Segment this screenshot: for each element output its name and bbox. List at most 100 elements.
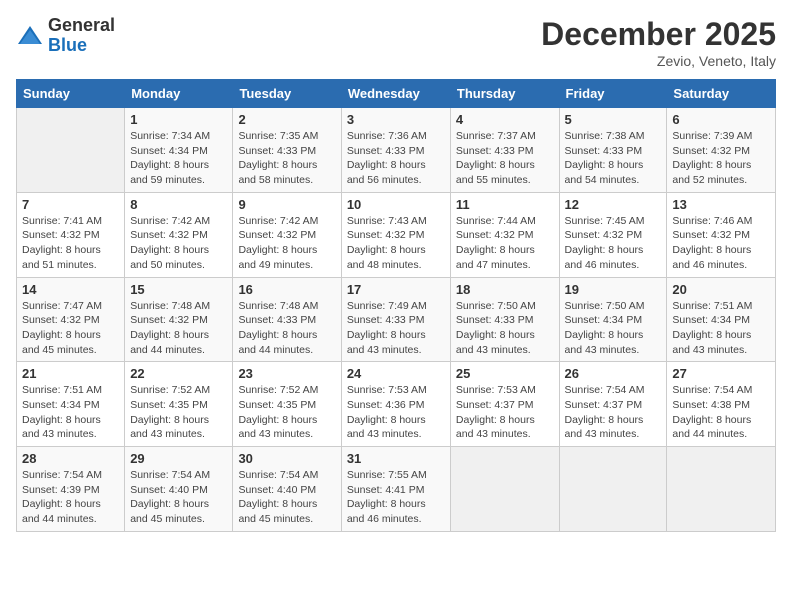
calendar-cell: 19 Sunrise: 7:50 AM Sunset: 4:34 PM Dayli… bbox=[559, 277, 667, 362]
location: Zevio, Veneto, Italy bbox=[541, 53, 776, 69]
calendar-cell bbox=[450, 447, 559, 532]
calendar-header-row: SundayMondayTuesdayWednesdayThursdayFrid… bbox=[17, 80, 776, 108]
day-info: Sunrise: 7:46 AM Sunset: 4:32 PM Dayligh… bbox=[672, 214, 770, 273]
calendar-cell: 31 Sunrise: 7:55 AM Sunset: 4:41 PM Dayli… bbox=[341, 447, 450, 532]
day-number: 8 bbox=[130, 197, 227, 212]
day-number: 1 bbox=[130, 112, 227, 127]
calendar-cell: 6 Sunrise: 7:39 AM Sunset: 4:32 PM Daylig… bbox=[667, 108, 776, 193]
calendar-cell: 17 Sunrise: 7:49 AM Sunset: 4:33 PM Dayli… bbox=[341, 277, 450, 362]
day-number: 22 bbox=[130, 366, 227, 381]
day-info: Sunrise: 7:54 AM Sunset: 4:37 PM Dayligh… bbox=[565, 383, 662, 442]
day-number: 31 bbox=[347, 451, 445, 466]
day-number: 17 bbox=[347, 282, 445, 297]
day-number: 14 bbox=[22, 282, 119, 297]
day-header-sunday: Sunday bbox=[17, 80, 125, 108]
day-number: 27 bbox=[672, 366, 770, 381]
day-number: 4 bbox=[456, 112, 554, 127]
calendar-cell: 1 Sunrise: 7:34 AM Sunset: 4:34 PM Daylig… bbox=[125, 108, 233, 193]
week-row-2: 7 Sunrise: 7:41 AM Sunset: 4:32 PM Daylig… bbox=[17, 192, 776, 277]
day-info: Sunrise: 7:51 AM Sunset: 4:34 PM Dayligh… bbox=[672, 299, 770, 358]
day-info: Sunrise: 7:43 AM Sunset: 4:32 PM Dayligh… bbox=[347, 214, 445, 273]
day-number: 9 bbox=[238, 197, 335, 212]
day-info: Sunrise: 7:54 AM Sunset: 4:39 PM Dayligh… bbox=[22, 468, 119, 527]
calendar-cell: 2 Sunrise: 7:35 AM Sunset: 4:33 PM Daylig… bbox=[233, 108, 341, 193]
logo-icon bbox=[16, 22, 44, 50]
day-info: Sunrise: 7:42 AM Sunset: 4:32 PM Dayligh… bbox=[130, 214, 227, 273]
day-info: Sunrise: 7:38 AM Sunset: 4:33 PM Dayligh… bbox=[565, 129, 662, 188]
day-info: Sunrise: 7:54 AM Sunset: 4:38 PM Dayligh… bbox=[672, 383, 770, 442]
day-number: 30 bbox=[238, 451, 335, 466]
day-info: Sunrise: 7:55 AM Sunset: 4:41 PM Dayligh… bbox=[347, 468, 445, 527]
day-info: Sunrise: 7:52 AM Sunset: 4:35 PM Dayligh… bbox=[130, 383, 227, 442]
day-number: 11 bbox=[456, 197, 554, 212]
calendar-cell: 12 Sunrise: 7:45 AM Sunset: 4:32 PM Dayli… bbox=[559, 192, 667, 277]
day-info: Sunrise: 7:48 AM Sunset: 4:32 PM Dayligh… bbox=[130, 299, 227, 358]
day-header-monday: Monday bbox=[125, 80, 233, 108]
day-number: 26 bbox=[565, 366, 662, 381]
day-info: Sunrise: 7:49 AM Sunset: 4:33 PM Dayligh… bbox=[347, 299, 445, 358]
day-header-thursday: Thursday bbox=[450, 80, 559, 108]
week-row-1: 1 Sunrise: 7:34 AM Sunset: 4:34 PM Daylig… bbox=[17, 108, 776, 193]
day-number: 28 bbox=[22, 451, 119, 466]
day-info: Sunrise: 7:47 AM Sunset: 4:32 PM Dayligh… bbox=[22, 299, 119, 358]
day-number: 15 bbox=[130, 282, 227, 297]
day-number: 20 bbox=[672, 282, 770, 297]
calendar-cell: 7 Sunrise: 7:41 AM Sunset: 4:32 PM Daylig… bbox=[17, 192, 125, 277]
day-number: 10 bbox=[347, 197, 445, 212]
day-number: 19 bbox=[565, 282, 662, 297]
calendar-cell: 23 Sunrise: 7:52 AM Sunset: 4:35 PM Dayli… bbox=[233, 362, 341, 447]
day-info: Sunrise: 7:54 AM Sunset: 4:40 PM Dayligh… bbox=[130, 468, 227, 527]
day-number: 2 bbox=[238, 112, 335, 127]
day-info: Sunrise: 7:52 AM Sunset: 4:35 PM Dayligh… bbox=[238, 383, 335, 442]
day-info: Sunrise: 7:53 AM Sunset: 4:36 PM Dayligh… bbox=[347, 383, 445, 442]
calendar-cell: 14 Sunrise: 7:47 AM Sunset: 4:32 PM Dayli… bbox=[17, 277, 125, 362]
calendar-body: 1 Sunrise: 7:34 AM Sunset: 4:34 PM Daylig… bbox=[17, 108, 776, 532]
week-row-5: 28 Sunrise: 7:54 AM Sunset: 4:39 PM Dayli… bbox=[17, 447, 776, 532]
day-info: Sunrise: 7:34 AM Sunset: 4:34 PM Dayligh… bbox=[130, 129, 227, 188]
day-info: Sunrise: 7:42 AM Sunset: 4:32 PM Dayligh… bbox=[238, 214, 335, 273]
month-title: December 2025 bbox=[541, 16, 776, 53]
day-number: 18 bbox=[456, 282, 554, 297]
calendar-cell: 27 Sunrise: 7:54 AM Sunset: 4:38 PM Dayli… bbox=[667, 362, 776, 447]
day-header-tuesday: Tuesday bbox=[233, 80, 341, 108]
calendar-cell: 4 Sunrise: 7:37 AM Sunset: 4:33 PM Daylig… bbox=[450, 108, 559, 193]
day-info: Sunrise: 7:50 AM Sunset: 4:34 PM Dayligh… bbox=[565, 299, 662, 358]
page-header: General Blue December 2025 Zevio, Veneto… bbox=[16, 16, 776, 69]
day-info: Sunrise: 7:35 AM Sunset: 4:33 PM Dayligh… bbox=[238, 129, 335, 188]
day-number: 12 bbox=[565, 197, 662, 212]
calendar-cell: 20 Sunrise: 7:51 AM Sunset: 4:34 PM Dayli… bbox=[667, 277, 776, 362]
day-number: 3 bbox=[347, 112, 445, 127]
title-block: December 2025 Zevio, Veneto, Italy bbox=[541, 16, 776, 69]
calendar-cell bbox=[667, 447, 776, 532]
day-number: 24 bbox=[347, 366, 445, 381]
day-number: 7 bbox=[22, 197, 119, 212]
calendar-cell bbox=[17, 108, 125, 193]
calendar-cell: 15 Sunrise: 7:48 AM Sunset: 4:32 PM Dayli… bbox=[125, 277, 233, 362]
calendar-cell: 30Sunrise: 7:54 AM Sunset: 4:40 PM Dayli… bbox=[233, 447, 341, 532]
calendar-cell: 11 Sunrise: 7:44 AM Sunset: 4:32 PM Dayli… bbox=[450, 192, 559, 277]
calendar-cell: 26 Sunrise: 7:54 AM Sunset: 4:37 PM Dayli… bbox=[559, 362, 667, 447]
calendar-cell: 8 Sunrise: 7:42 AM Sunset: 4:32 PM Daylig… bbox=[125, 192, 233, 277]
calendar-cell: 29Sunrise: 7:54 AM Sunset: 4:40 PM Dayli… bbox=[125, 447, 233, 532]
day-info: Sunrise: 7:51 AM Sunset: 4:34 PM Dayligh… bbox=[22, 383, 119, 442]
day-info: Sunrise: 7:53 AM Sunset: 4:37 PM Dayligh… bbox=[456, 383, 554, 442]
calendar-table: SundayMondayTuesdayWednesdayThursdayFrid… bbox=[16, 79, 776, 532]
day-number: 6 bbox=[672, 112, 770, 127]
day-info: Sunrise: 7:44 AM Sunset: 4:32 PM Dayligh… bbox=[456, 214, 554, 273]
calendar-cell: 10 Sunrise: 7:43 AM Sunset: 4:32 PM Dayli… bbox=[341, 192, 450, 277]
day-info: Sunrise: 7:41 AM Sunset: 4:32 PM Dayligh… bbox=[22, 214, 119, 273]
day-number: 23 bbox=[238, 366, 335, 381]
day-number: 21 bbox=[22, 366, 119, 381]
calendar-cell: 21 Sunrise: 7:51 AM Sunset: 4:34 PM Dayli… bbox=[17, 362, 125, 447]
day-info: Sunrise: 7:45 AM Sunset: 4:32 PM Dayligh… bbox=[565, 214, 662, 273]
calendar-cell: 22 Sunrise: 7:52 AM Sunset: 4:35 PM Dayli… bbox=[125, 362, 233, 447]
day-number: 25 bbox=[456, 366, 554, 381]
day-number: 16 bbox=[238, 282, 335, 297]
day-header-friday: Friday bbox=[559, 80, 667, 108]
day-info: Sunrise: 7:37 AM Sunset: 4:33 PM Dayligh… bbox=[456, 129, 554, 188]
day-info: Sunrise: 7:50 AM Sunset: 4:33 PM Dayligh… bbox=[456, 299, 554, 358]
day-info: Sunrise: 7:36 AM Sunset: 4:33 PM Dayligh… bbox=[347, 129, 445, 188]
week-row-4: 21 Sunrise: 7:51 AM Sunset: 4:34 PM Dayli… bbox=[17, 362, 776, 447]
logo-text: General Blue bbox=[48, 16, 115, 56]
day-info: Sunrise: 7:39 AM Sunset: 4:32 PM Dayligh… bbox=[672, 129, 770, 188]
